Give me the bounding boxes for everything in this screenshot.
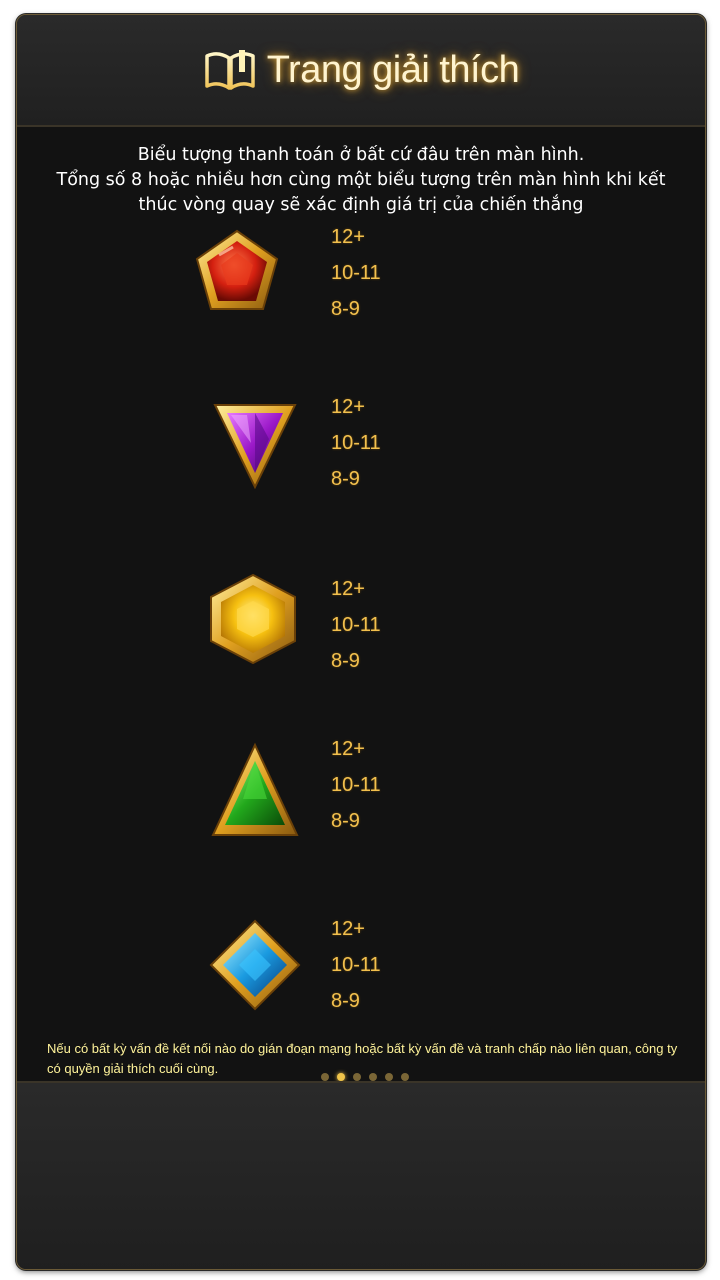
payout-12plus: 12+ xyxy=(331,226,365,248)
payout-10-11: 10-11 xyxy=(331,432,381,454)
blue-gem-icon xyxy=(209,919,301,1011)
payout-10-11: 10-11 xyxy=(331,262,381,284)
paytable-content[interactable]: Biểu tượng thanh toán ở bất cứ đâu trên … xyxy=(17,127,705,1081)
intro-line-1: Biểu tượng thanh toán ở bất cứ đâu trên … xyxy=(137,145,585,165)
intro-line-3: thúc vòng quay sẽ xác định giá trị của c… xyxy=(138,195,584,215)
page-dot-active[interactable] xyxy=(337,1073,345,1081)
payout-10-11: 10-11 xyxy=(331,954,381,976)
symbol-row-blue: 12+ 10-11 8-9 xyxy=(17,917,705,1037)
payout-10-11: 10-11 xyxy=(331,614,381,636)
intro-line-2: Tổng số 8 hoặc nhiều hơn cùng một biểu t… xyxy=(56,170,666,190)
symbol-row-purple: 12+ 10-11 8-9 xyxy=(17,395,705,515)
symbol-row-yellow: 12+ 10-11 8-9 xyxy=(17,571,705,691)
payout-12plus: 12+ xyxy=(331,578,365,600)
symbol-row-red: 12+ 10-11 8-9 xyxy=(17,225,705,345)
payout-12plus: 12+ xyxy=(331,396,365,418)
page-dot[interactable] xyxy=(385,1073,393,1081)
payout-10-11: 10-11 xyxy=(331,774,381,796)
page-dot[interactable] xyxy=(353,1073,361,1081)
payout-8-9: 8-9 xyxy=(331,990,360,1012)
purple-gem-icon xyxy=(213,404,297,490)
header: Trang giải thích xyxy=(17,15,705,127)
payout-list: 12+ 10-11 8-9 xyxy=(331,731,381,839)
payout-12plus: 12+ xyxy=(331,918,365,940)
yellow-gem-icon xyxy=(210,573,296,665)
page-dot[interactable] xyxy=(401,1073,409,1081)
payout-list: 12+ 10-11 8-9 xyxy=(331,389,381,497)
payout-list: 12+ 10-11 8-9 xyxy=(331,911,381,1019)
payout-list: 12+ 10-11 8-9 xyxy=(331,571,381,679)
payout-8-9: 8-9 xyxy=(331,810,360,832)
red-gem-icon xyxy=(195,229,279,310)
page-title: Trang giải thích xyxy=(266,48,520,91)
bottom-bar xyxy=(17,1081,705,1269)
payout-list: 12+ 10-11 8-9 xyxy=(331,219,381,327)
book-icon xyxy=(204,50,255,90)
page-dot[interactable] xyxy=(369,1073,377,1081)
payout-8-9: 8-9 xyxy=(331,298,360,320)
rules-panel: Trang giải thích Biểu tượng thanh toán ở… xyxy=(16,14,706,1270)
intro-text: Biểu tượng thanh toán ở bất cứ đâu trên … xyxy=(37,143,685,218)
payout-12plus: 12+ xyxy=(331,738,365,760)
payout-8-9: 8-9 xyxy=(331,650,360,672)
symbol-row-green: 12+ 10-11 8-9 xyxy=(17,738,705,861)
green-gem-icon xyxy=(211,742,299,836)
page-dot[interactable] xyxy=(321,1073,329,1081)
title-wrap: Trang giải thích xyxy=(203,48,520,92)
payout-8-9: 8-9 xyxy=(331,468,360,490)
